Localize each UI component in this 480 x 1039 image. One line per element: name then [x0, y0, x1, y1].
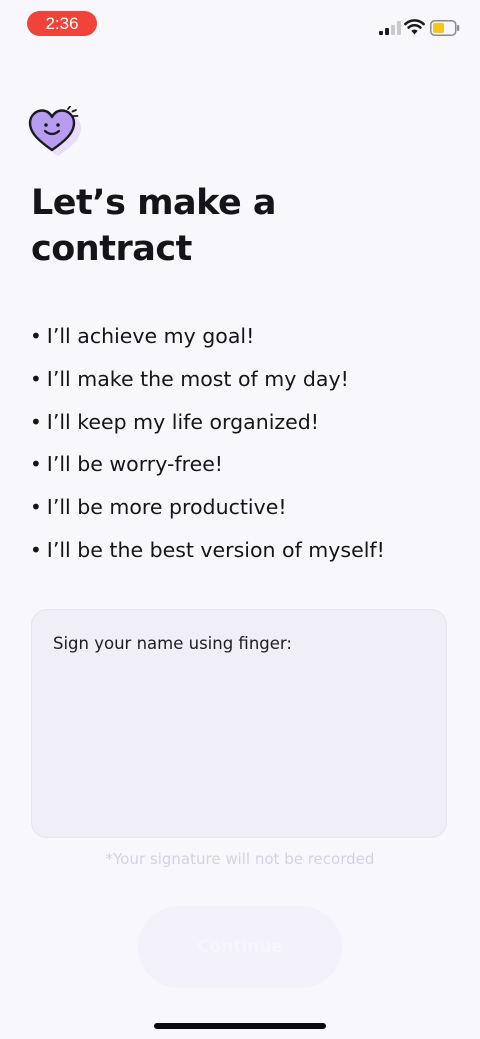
status-time: 2:36 — [27, 11, 97, 36]
status-bar: 2:36 — [0, 0, 480, 48]
promise-text: I’ll be the best version of myself! — [46, 537, 385, 562]
bullet: • — [30, 366, 42, 391]
bullet: • — [30, 537, 42, 562]
signature-note: *Your signature will not be recorded — [105, 850, 375, 868]
signature-pad[interactable]: Sign your name using finger: — [31, 609, 447, 838]
promise-text: I’ll keep my life organized! — [46, 409, 319, 434]
promise-text: I’ll make the most of my day! — [46, 366, 349, 391]
list-item: • I’ll be the best version of myself! — [30, 531, 450, 574]
continue-button[interactable]: Continue — [138, 906, 342, 988]
promise-text: I’ll be more productive! — [46, 495, 287, 520]
list-item: • I’ll be more productive! — [30, 488, 450, 531]
smiling-heart-icon — [28, 106, 81, 156]
bullet: • — [30, 495, 42, 520]
wifi-icon — [404, 19, 425, 35]
home-indicator[interactable] — [154, 1023, 326, 1029]
bullet: • — [30, 324, 42, 348]
cellular-signal-icon — [379, 21, 401, 35]
signature-label: Sign your name using finger: — [53, 634, 292, 653]
list-item: • I’ll be worry-free! — [30, 445, 450, 488]
bullet: • — [30, 452, 42, 477]
list-item: • I’ll keep my life organized! — [30, 403, 450, 446]
list-item: • I’ll make the most of my day! — [30, 360, 450, 403]
promise-text: I’ll achieve my goal! — [46, 324, 255, 348]
battery-low-icon — [430, 20, 460, 36]
list-item: • I’ll achieve my goal! — [30, 317, 450, 360]
promise-list: • I’ll achieve my goal! • I’ll make the mo… — [30, 317, 450, 574]
promise-text: I’ll be worry-free! — [46, 452, 224, 477]
page-title: Let’s make a contract — [31, 183, 277, 269]
bullet: • — [30, 409, 42, 434]
